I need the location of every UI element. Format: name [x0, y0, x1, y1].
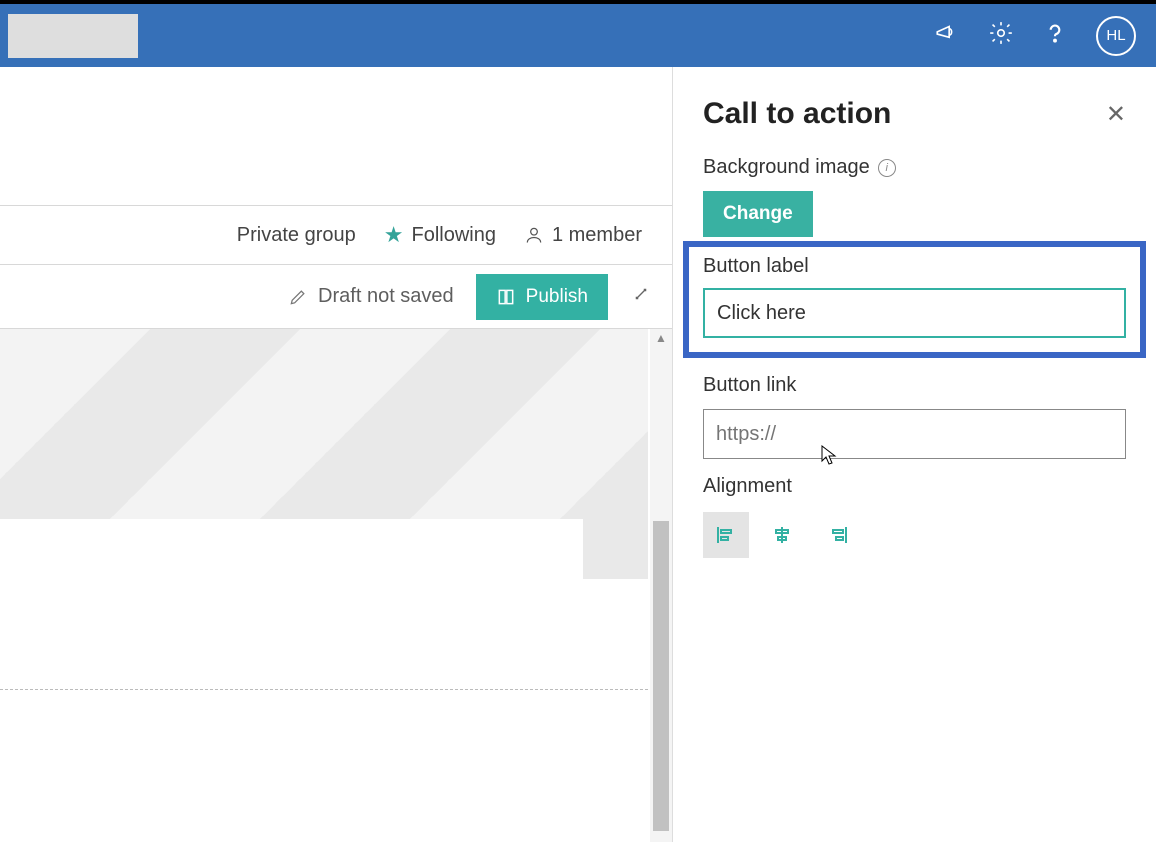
draft-status: Draft not saved [288, 285, 454, 308]
group-info-bar: Private group ★ Following 1 member [0, 205, 672, 265]
scrollbar[interactable]: ▲ [650, 329, 672, 842]
align-center-icon [770, 523, 794, 547]
editor-canvas[interactable]: ▲ [0, 329, 672, 842]
book-icon [496, 287, 516, 307]
align-right-icon [826, 523, 850, 547]
background-image-label: Background image i [703, 156, 1126, 179]
close-icon[interactable]: ✕ [1106, 100, 1126, 129]
button-label-input[interactable] [703, 288, 1126, 338]
pencil-icon [288, 287, 308, 307]
align-right-button[interactable] [815, 512, 861, 558]
expand-icon[interactable] [630, 283, 652, 311]
webpart-placeholder[interactable] [0, 519, 583, 579]
search-input[interactable] [8, 14, 138, 58]
star-icon: ★ [384, 222, 404, 248]
button-link-input[interactable] [703, 409, 1126, 459]
align-left-icon [714, 523, 738, 547]
main-area: Private group ★ Following 1 member Draft… [0, 67, 1156, 842]
members-label: 1 member [552, 224, 642, 247]
header-icon-group: HL [934, 16, 1146, 56]
publish-button[interactable]: Publish [476, 274, 608, 320]
change-button[interactable]: Change [703, 191, 813, 237]
privacy-label: Private group [237, 224, 356, 247]
user-avatar[interactable]: HL [1096, 16, 1136, 56]
align-left-button[interactable] [703, 512, 749, 558]
help-icon[interactable] [1042, 20, 1068, 51]
info-icon[interactable]: i [878, 159, 896, 177]
page-action-bar: Draft not saved Publish [0, 265, 672, 329]
align-center-button[interactable] [759, 512, 805, 558]
alignment-label: Alignment [703, 475, 1126, 498]
members-link[interactable]: 1 member [524, 224, 642, 247]
title-area [0, 67, 672, 205]
scroll-up-icon[interactable]: ▲ [650, 331, 672, 345]
draft-status-text: Draft not saved [318, 285, 454, 308]
page-canvas: Private group ★ Following 1 member Draft… [0, 67, 673, 842]
app-header: HL [0, 4, 1156, 67]
person-icon [524, 225, 544, 245]
megaphone-icon[interactable] [934, 20, 960, 51]
avatar-initials: HL [1106, 27, 1125, 44]
panel-title: Call to action [703, 97, 891, 131]
panel-header: Call to action ✕ [703, 97, 1126, 131]
alignment-group [703, 512, 1126, 558]
publish-label: Publish [526, 286, 588, 308]
section-divider [0, 689, 648, 690]
property-pane: Call to action ✕ Background image i Chan… [673, 67, 1156, 842]
button-label-highlight: Button label [683, 241, 1146, 358]
following-toggle[interactable]: ★ Following [384, 222, 496, 248]
button-link-label: Button link [703, 374, 1126, 397]
scroll-thumb[interactable] [653, 521, 669, 831]
gear-icon[interactable] [988, 20, 1014, 51]
following-label: Following [411, 224, 495, 247]
button-label-label: Button label [703, 255, 1126, 278]
